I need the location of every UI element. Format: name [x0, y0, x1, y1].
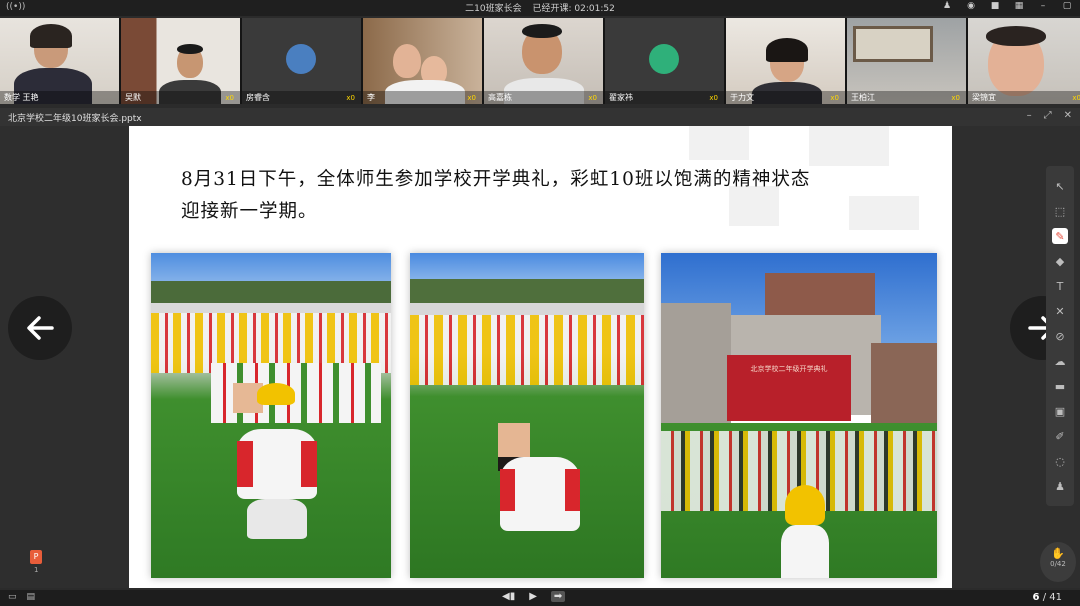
pen-icon[interactable]: ✎	[1052, 228, 1068, 244]
ppt-count: 1	[34, 566, 39, 574]
playback-controls: ◀▮ ▶ ➡	[502, 591, 566, 602]
badge-count: x0	[1072, 94, 1080, 102]
page-separator: /	[1042, 592, 1047, 603]
participant-name: 吴默	[121, 91, 240, 104]
hand-raise-counter[interactable]: ✋ 0/42	[1040, 542, 1076, 582]
window-controls: ♟ ◉ ■ ▦ – ▢	[940, 1, 1074, 11]
participant-tile[interactable]: 房睿含 x0	[242, 18, 361, 104]
participant-tile[interactable]: 于力文 x0	[726, 18, 845, 104]
toolbox-icon[interactable]: ▬	[1052, 378, 1068, 394]
location-icon[interactable]: ◉	[964, 1, 978, 11]
badge-count: x0	[346, 94, 355, 102]
restore-icon[interactable]: ⤢	[1044, 110, 1052, 121]
window-titlebar: ((•)) 二10班家长会 已经开课: 02:01:52 ♟ ◉ ■ ▦ – ▢	[0, 0, 1080, 16]
clear-icon[interactable]: ⊘	[1052, 328, 1068, 344]
badge-count: x0	[951, 94, 960, 102]
ceremony-photo	[151, 253, 391, 578]
participant-tile[interactable]: 吴默 x0	[121, 18, 240, 104]
caption-icon[interactable]: ▤	[27, 592, 36, 602]
text-icon[interactable]: T	[1052, 278, 1068, 294]
caption-line: 迎接新一学期。	[181, 201, 318, 222]
participant-name: 王柏江	[847, 91, 966, 104]
edit-icon[interactable]: ✐	[1052, 428, 1068, 444]
student-figure	[233, 383, 317, 539]
save-icon[interactable]: ▣	[1052, 403, 1068, 419]
grid-icon[interactable]: ▦	[1012, 1, 1026, 11]
slide: 8月31日下午，全体师生参加学校开学典礼，彩虹10班以饱满的精神状态 迎接新一学…	[129, 126, 952, 588]
participant-name: 数学 王艳	[0, 91, 119, 104]
participant-name: 高嘉栋	[484, 91, 603, 104]
total-pages: 41	[1049, 592, 1062, 603]
participant-tile[interactable]: 梁锦宜 x0	[968, 18, 1080, 104]
caption-line: 8月31日下午，全体师生参加学校开学典礼，彩虹10班以饱满的精神状态	[181, 169, 811, 190]
presentation-stage: 8月31日下午，全体师生参加学校开学典礼，彩虹10班以饱满的精神状态 迎接新一学…	[0, 126, 1080, 588]
shape-icon[interactable]: ✕	[1052, 303, 1068, 319]
badge-count: x0	[709, 94, 718, 102]
bottom-bar: ▭ ▤ ◀▮ ▶ ➡ 6 / 41	[0, 590, 1080, 606]
eraser-icon[interactable]: ◆	[1052, 253, 1068, 269]
banner-text: 北京学校二年级开学典礼	[750, 365, 828, 373]
page-indicator: 6 / 41	[1033, 592, 1062, 603]
forward-icon[interactable]: ➡	[550, 591, 566, 602]
panel-icon[interactable]: ▭	[8, 592, 17, 602]
previous-slide-button[interactable]	[8, 296, 72, 360]
ppt-file-icon[interactable]: P	[30, 550, 42, 564]
minimize-icon[interactable]: –	[1027, 110, 1032, 121]
participant-name: 李	[363, 91, 482, 104]
current-page: 6	[1032, 592, 1040, 603]
document-controls: – ⤢ ✕	[1027, 110, 1072, 121]
participant-tile[interactable]: 数学 王艳	[0, 18, 119, 104]
hand-icon: ✋	[1051, 547, 1065, 560]
avatar	[649, 44, 679, 74]
participant-strip: 数学 王艳 吴默 x0 房睿含 x0 李 x0 高嘉栋 x0 翟家祎 x0 于力…	[0, 18, 1080, 104]
class-timer: 已经开课: 02:01:52	[532, 4, 615, 14]
badge-count: x0	[467, 94, 476, 102]
participant-tile[interactable]: 王柏江 x0	[847, 18, 966, 104]
cloud-icon[interactable]: ☁	[1052, 353, 1068, 369]
chat-icon[interactable]: ◌	[1052, 453, 1068, 469]
participant-tile[interactable]: 翟家祎 x0	[605, 18, 724, 104]
slide-decoration	[809, 126, 889, 166]
document-titlebar: 北京学校二年级10班家长会.pptx – ⤢ ✕	[0, 108, 1080, 126]
rewind-icon[interactable]: ◀▮	[502, 591, 515, 602]
ceremony-photo: 北京学校二年级开学典礼	[661, 253, 937, 578]
participant-tile[interactable]: 高嘉栋 x0	[484, 18, 603, 104]
counter-value: 0/42	[1050, 560, 1066, 568]
badge-count: x0	[225, 94, 234, 102]
student-figure	[498, 423, 580, 531]
participant-name: 翟家祎	[605, 91, 724, 104]
play-icon[interactable]: ▶	[529, 591, 537, 602]
users-icon[interactable]: ♟	[1052, 478, 1068, 494]
bottom-left-controls: ▭ ▤	[8, 592, 35, 602]
participant-name: 于力文	[726, 91, 845, 104]
minimize-icon[interactable]: –	[1036, 1, 1050, 11]
close-icon[interactable]: ✕	[1064, 110, 1072, 121]
camera-icon[interactable]: ■	[988, 1, 1002, 11]
slide-caption: 8月31日下午，全体师生参加学校开学典礼，彩虹10班以饱满的精神状态 迎接新一学…	[181, 164, 921, 228]
participant-tile[interactable]: 李 x0	[363, 18, 482, 104]
meeting-title-group: 二10班家长会 已经开课: 02:01:52	[0, 1, 1080, 14]
user-icon[interactable]: ♟	[940, 1, 954, 11]
stage-banner: 北京学校二年级开学典礼	[727, 355, 851, 421]
slide-decoration	[689, 126, 749, 160]
document-filename: 北京学校二年级10班家长会.pptx	[8, 114, 142, 124]
ceremony-photo	[410, 253, 644, 578]
annotation-toolbar: ↖ ⬚ ✎ ◆ T ✕ ⊘ ☁ ▬ ▣ ✐ ◌ ♟	[1046, 166, 1074, 506]
arrow-left-icon	[27, 316, 54, 340]
badge-count: x0	[588, 94, 597, 102]
badge-count: x0	[830, 94, 839, 102]
maximize-icon[interactable]: ▢	[1060, 1, 1074, 11]
meeting-title: 二10班家长会	[465, 4, 522, 14]
avatar	[286, 44, 316, 74]
ppt-label: P	[33, 552, 39, 561]
participant-name: 房睿含	[242, 91, 361, 104]
select-icon[interactable]: ⬚	[1052, 203, 1068, 219]
pointer-icon[interactable]: ↖	[1052, 178, 1068, 194]
participant-name: 梁锦宜	[968, 91, 1080, 104]
